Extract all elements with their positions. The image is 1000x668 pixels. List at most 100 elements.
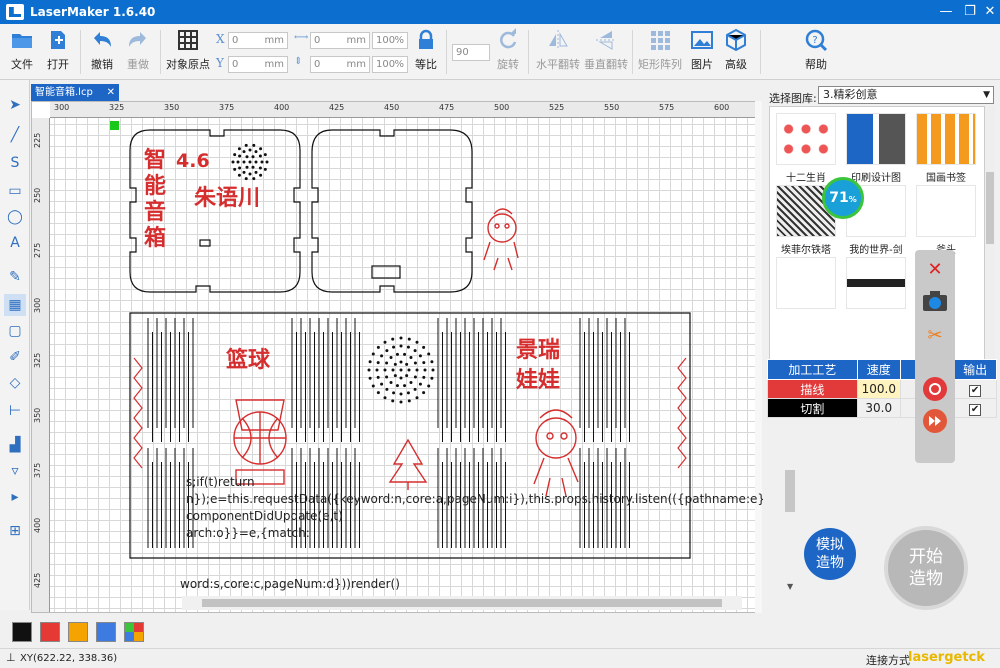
lock-ratio-button[interactable]: 等比: [414, 28, 438, 72]
angle-input[interactable]: 90: [452, 44, 490, 61]
layer-speed[interactable]: 30.0: [856, 398, 901, 418]
undo-button[interactable]: 撤销: [90, 28, 114, 72]
scissors-icon[interactable]: ✂: [921, 322, 949, 350]
speaker-hole: [399, 400, 403, 404]
y-input[interactable]: 0 mm: [228, 56, 288, 73]
layer-row[interactable]: 切割 30.0 ✔: [767, 398, 997, 418]
edit-tool-icon[interactable]: ✐: [4, 346, 26, 368]
text-tool-icon[interactable]: A: [4, 232, 26, 254]
library-select[interactable]: 3.精彩创意 ▼: [818, 86, 994, 104]
image-menu-button[interactable]: 图片: [690, 28, 714, 72]
width-input[interactable]: 0 mm: [310, 32, 370, 49]
line-tool-icon[interactable]: ╱: [4, 124, 26, 146]
rotate-button[interactable]: 旋转: [496, 28, 520, 72]
gallery-item[interactable]: 斧头: [914, 185, 978, 256]
right-panel: 选择图库: 3.精彩创意 ▼ 十二生肖 印刷设计图 国画书签 埃菲尔铁塔 我的世…: [763, 82, 1000, 610]
color-swatch[interactable]: [68, 622, 88, 642]
speaker-hole: [376, 375, 380, 379]
gallery-scroll-thumb[interactable]: [986, 172, 994, 244]
speaker-hole: [399, 344, 403, 348]
gallery-item-label: 印刷设计图: [851, 173, 901, 184]
drawing-area[interactable]: 智 能 音 箱 4.6 朱语川 篮球 景瑞 娃娃: [50, 118, 761, 612]
advanced-menu-button[interactable]: 高级: [724, 28, 748, 72]
document-tab[interactable]: 智能音箱.lcp ✕: [31, 84, 119, 101]
close-button[interactable]: ✕: [978, 2, 1000, 22]
speaker-hole: [427, 384, 431, 388]
speed-header: 速度: [856, 359, 901, 380]
camera-icon[interactable]: [921, 290, 949, 318]
width-percent-input[interactable]: 100%: [372, 32, 408, 49]
gallery-item[interactable]: 十二生肖: [774, 113, 838, 184]
gallery-item-label: 国画书签: [926, 173, 966, 184]
stamp-tool-icon[interactable]: ▟: [4, 434, 26, 456]
gallery-item[interactable]: 印刷设计图: [844, 113, 908, 184]
height-input[interactable]: 0 mm: [310, 56, 370, 73]
speaker-hole: [415, 396, 419, 400]
fast-forward-icon[interactable]: [921, 408, 949, 436]
delete-icon[interactable]: ✕: [921, 256, 949, 284]
vertical-flip-button[interactable]: 垂直翻转: [584, 28, 628, 72]
output-checkbox[interactable]: ✔: [969, 403, 982, 416]
ellipse-tool-icon[interactable]: ◯: [4, 206, 26, 228]
folder-icon: [12, 34, 32, 48]
redo-button[interactable]: 重做: [126, 28, 150, 72]
color-swatch[interactable]: [96, 622, 116, 642]
speaker-hole: [376, 345, 380, 349]
speaker-hole: [391, 399, 395, 403]
x-input[interactable]: 0 mm: [228, 32, 288, 49]
document-tab-close-icon[interactable]: ✕: [107, 84, 115, 101]
scroll-down-arrow-icon[interactable]: ▼: [787, 582, 793, 591]
layer-process[interactable]: 描线: [767, 379, 858, 399]
file-menu-button[interactable]: 文件: [10, 28, 34, 72]
gallery-scrollbar[interactable]: [985, 106, 995, 362]
layer-output[interactable]: ✔: [953, 379, 997, 399]
rectangle-tool-icon[interactable]: ▭: [4, 180, 26, 202]
speaker-hole: [415, 340, 419, 344]
pointer-tool-icon[interactable]: ▿: [4, 460, 26, 482]
back-panel[interactable]: [311, 129, 473, 293]
horizontal-scroll-thumb[interactable]: [202, 599, 722, 607]
design-canvas[interactable]: 3003253503754004254504755005255505756006…: [31, 101, 762, 613]
help-button[interactable]: ? 帮助: [804, 28, 828, 72]
measure-tool-icon[interactable]: ⊢: [4, 400, 26, 422]
select-tool-icon[interactable]: ➤: [4, 94, 26, 116]
speaker-hole: [385, 349, 389, 353]
speaker-hole: [409, 355, 413, 359]
record-icon[interactable]: [921, 376, 949, 404]
rect-array-button[interactable]: 矩形阵列: [638, 28, 682, 72]
eraser-tool-icon[interactable]: ◇: [4, 372, 26, 394]
layer-process[interactable]: 切割: [767, 398, 858, 418]
toolbox-icon[interactable]: ⊞: [4, 520, 26, 542]
height-percent-input[interactable]: 100%: [372, 56, 408, 73]
pen-tool-icon[interactable]: ✎: [4, 266, 26, 288]
gallery-item[interactable]: [774, 257, 838, 313]
ruler-tick-label: 300: [33, 297, 42, 313]
layer-output[interactable]: ✔: [953, 398, 997, 418]
layers-scrollbar[interactable]: [785, 470, 795, 512]
vertical-ruler: 225250275300325350375400425450: [32, 118, 50, 612]
tree-graphic: [388, 438, 428, 490]
object-origin-button[interactable]: 对象原点: [166, 28, 210, 72]
canvas-vertical-scrollbar[interactable]: [755, 101, 762, 613]
grid-tool-icon[interactable]: ▦: [4, 294, 26, 316]
layer-speed[interactable]: 100.0: [856, 379, 901, 399]
open-button[interactable]: 打开: [46, 28, 70, 72]
minimize-button[interactable]: —: [934, 2, 958, 22]
horizontal-flip-button[interactable]: 水平翻转: [536, 28, 580, 72]
speaker-hole: [392, 345, 396, 349]
curve-tool-icon[interactable]: S: [4, 152, 26, 174]
page-tool-icon[interactable]: ▢: [4, 320, 26, 342]
print-design-thumbnail: [846, 113, 906, 165]
horizontal-scrollbar[interactable]: [182, 596, 742, 610]
start-button[interactable]: 开始 造物: [884, 526, 968, 610]
rotate-icon: [500, 28, 517, 49]
gallery-item[interactable]: 国画书签: [914, 113, 978, 184]
output-checkbox[interactable]: ✔: [969, 384, 982, 397]
simulate-button[interactable]: 模拟 造物: [804, 528, 856, 580]
pointer-move-icon[interactable]: ▸: [4, 486, 26, 508]
layer-row[interactable]: 描线 100.0 ✔: [767, 379, 997, 399]
gallery-item[interactable]: [844, 257, 908, 313]
color-swatch[interactable]: [124, 622, 144, 642]
color-swatch[interactable]: [40, 622, 60, 642]
color-swatch[interactable]: [12, 622, 32, 642]
